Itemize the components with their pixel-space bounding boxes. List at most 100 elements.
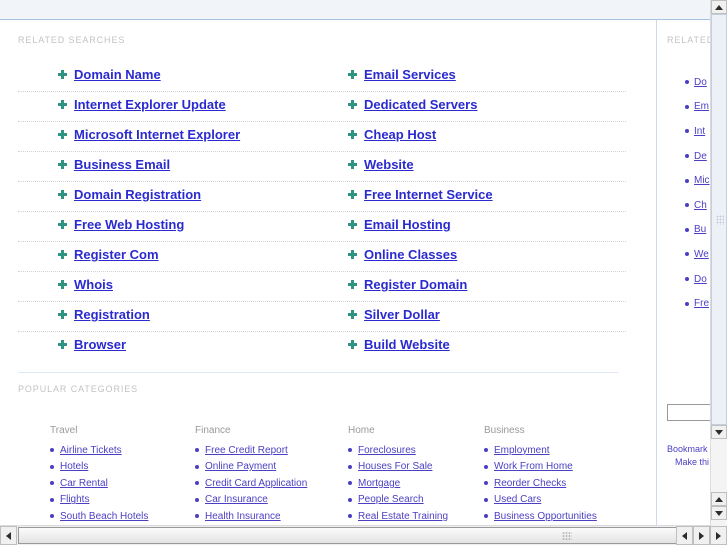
right-panel-link[interactable]: De [694,151,707,162]
related-search-link[interactable]: Internet Explorer Update [74,97,226,112]
related-search-item[interactable]: Domain Name [58,67,161,82]
right-panel-link[interactable]: We [694,249,709,260]
related-search-link[interactable]: Register Com [74,247,159,262]
scroll-up-button[interactable] [711,0,727,14]
related-search-item[interactable]: Browser [58,337,126,352]
related-search-item[interactable]: Online Classes [348,247,457,262]
category-link[interactable]: Online Payment [205,461,276,472]
right-panel-list-item[interactable]: Em [685,95,710,120]
related-search-item[interactable]: Registration [58,307,150,322]
category-link[interactable]: Houses For Sale [358,461,432,472]
related-search-item[interactable]: Website [348,157,414,172]
category-list-item[interactable]: Foreclosures [348,442,448,459]
scroll-right-button[interactable] [693,526,710,545]
related-search-item[interactable]: Build Website [348,337,450,352]
category-link[interactable]: Business Opportunities [494,511,597,522]
scrollbar-corner[interactable] [710,526,727,545]
related-search-link[interactable]: Email Hosting [364,217,451,232]
right-panel-link[interactable]: Do [694,77,707,88]
category-link[interactable]: Health Insurance [205,511,281,522]
right-panel-list-item[interactable]: Fre [685,291,710,316]
category-list-item[interactable]: Business Opportunities [484,508,597,525]
right-panel-list-item[interactable]: De [685,144,710,169]
related-search-item[interactable]: Microsoft Internet Explorer [58,127,240,142]
related-search-link[interactable]: Registration [74,307,150,322]
category-list-item[interactable]: Hotels [50,459,148,476]
outer-scroll-up-button[interactable] [711,492,727,506]
category-link[interactable]: Foreclosures [358,445,416,456]
category-link[interactable]: Mortgage [358,478,400,489]
related-search-item[interactable]: Domain Registration [58,187,201,202]
category-link[interactable]: Car Rental [60,478,108,489]
right-panel-search-input[interactable] [667,404,712,421]
right-panel-link[interactable]: Do [694,274,707,285]
vertical-scrollbar-thumb[interactable] [711,14,727,425]
horizontal-scrollbar[interactable] [0,525,727,545]
related-search-item[interactable]: Business Email [58,157,170,172]
related-search-item[interactable]: Internet Explorer Update [58,97,226,112]
category-list-item[interactable]: Car Rental [50,475,148,492]
outer-scroll-down-button[interactable] [711,506,727,520]
related-search-item[interactable]: Cheap Host [348,127,436,142]
category-link[interactable]: Airline Tickets [60,445,122,456]
category-link[interactable]: Car Insurance [205,494,268,505]
right-panel-link[interactable]: Ch [694,200,707,211]
related-search-link[interactable]: Dedicated Servers [364,97,477,112]
related-search-item[interactable]: Whois [58,277,113,292]
related-search-link[interactable]: Whois [74,277,113,292]
make-this-homepage-link[interactable]: Make thi [667,456,709,469]
right-panel-list-item[interactable]: Ch [685,193,710,218]
related-search-link[interactable]: Website [364,157,414,172]
related-search-item[interactable]: Email Services [348,67,456,82]
related-search-link[interactable]: Silver Dollar [364,307,440,322]
scroll-down-button[interactable] [711,425,727,439]
right-panel-list-item[interactable]: Int [685,119,710,144]
related-search-link[interactable]: Cheap Host [364,127,436,142]
related-search-link[interactable]: Domain Registration [74,187,201,202]
right-panel-link[interactable]: Fre [694,298,709,309]
category-list-item[interactable]: Employment [484,442,597,459]
related-search-link[interactable]: Register Domain [364,277,467,292]
related-search-item[interactable]: Register Domain [348,277,467,292]
horizontal-scrollbar-thumb[interactable] [18,527,727,544]
category-list-item[interactable]: People Search [348,492,448,509]
related-search-link[interactable]: Free Web Hosting [74,217,184,232]
category-list-item[interactable]: Reorder Checks [484,475,597,492]
right-panel-list-item[interactable]: We [685,242,710,267]
category-link[interactable]: Free Credit Report [205,445,288,456]
category-list-item[interactable]: Mortgage [348,475,448,492]
category-list-item[interactable]: Online Payment [195,459,307,476]
category-list-item[interactable]: South Beach Hotels [50,508,148,525]
right-panel-link[interactable]: Bu [694,224,706,235]
related-search-link[interactable]: Microsoft Internet Explorer [74,127,240,142]
related-search-item[interactable]: Free Web Hosting [58,217,184,232]
category-link[interactable]: Employment [494,445,550,456]
category-link[interactable]: Used Cars [494,494,541,505]
related-search-item[interactable]: Dedicated Servers [348,97,477,112]
related-search-item[interactable]: Register Com [58,247,159,262]
category-link[interactable]: Credit Card Application [205,478,307,489]
related-search-link[interactable]: Domain Name [74,67,161,82]
category-list-item[interactable]: Airline Tickets [50,442,148,459]
vertical-scrollbar[interactable] [710,0,727,545]
right-panel-link[interactable]: Mic [694,175,710,186]
category-list-item[interactable]: Car Insurance [195,492,307,509]
related-search-link[interactable]: Build Website [364,337,450,352]
related-search-item[interactable]: Silver Dollar [348,307,440,322]
category-list-item[interactable]: Houses For Sale [348,459,448,476]
category-list-item[interactable]: Health Insurance [195,508,307,525]
category-list-item[interactable]: Free Credit Report [195,442,307,459]
scroll-left-button[interactable] [0,526,17,545]
right-panel-link[interactable]: Em [694,101,709,112]
bookmark-link[interactable]: Bookmark [667,443,709,456]
category-list-item[interactable]: Used Cars [484,492,597,509]
related-search-link[interactable]: Online Classes [364,247,457,262]
scroll-left-button-secondary[interactable] [676,526,693,545]
right-panel-list-item[interactable]: Do [685,70,710,95]
right-panel-list-item[interactable]: Do [685,267,710,292]
related-search-item[interactable]: Free Internet Service [348,187,493,202]
category-list-item[interactable]: Work From Home [484,459,597,476]
category-link[interactable]: Real Estate Training [358,511,448,522]
category-link[interactable]: South Beach Hotels [60,511,148,522]
related-search-link[interactable]: Email Services [364,67,456,82]
